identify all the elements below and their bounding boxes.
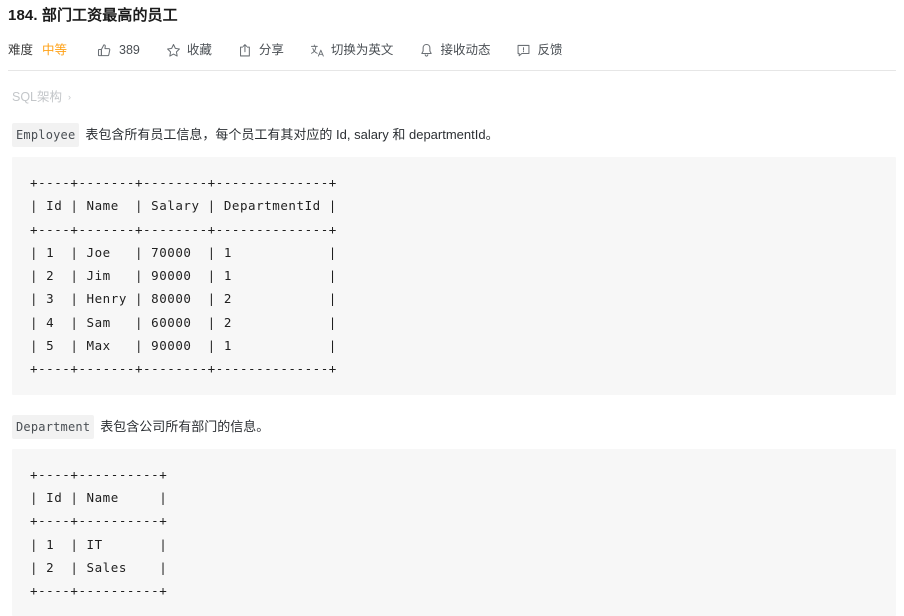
share-label: 分享 (258, 43, 284, 57)
breadcrumb-label: SQL架构 (12, 90, 63, 104)
difficulty-value: 中等 (42, 43, 68, 57)
difficulty-indicator: 难度 中等 (8, 42, 67, 58)
employee-description: Employee 表包含所有员工信息，每个员工有其对应的 Id, salary … (8, 105, 896, 147)
feedback-button[interactable]: 反馈 (516, 42, 562, 58)
like-button[interactable]: 389 (97, 42, 140, 58)
favorite-label: 收藏 (186, 43, 212, 57)
subscribe-label: 接收动态 (440, 43, 491, 57)
share-box-icon (238, 43, 253, 58)
difficulty-label: 难度 (8, 43, 34, 57)
feedback-label: 反馈 (537, 43, 563, 57)
problem-content: SQL架构 › Employee 表包含所有员工信息，每个员工有其对应的 Id,… (0, 71, 904, 616)
department-table-codeblock: +----+----------+ | Id | Name | +----+--… (12, 448, 896, 616)
employee-table-codeblock: +----+-------+--------+--------------+ |… (12, 157, 896, 395)
department-description: Department 表包含公司所有部门的信息。 (8, 414, 896, 439)
thumbs-up-icon (97, 43, 112, 58)
employee-table-name: Employee (12, 123, 80, 147)
subscribe-button[interactable]: 接收动态 (419, 42, 490, 58)
page-title: 184. 部门工资最高的员工 (8, 7, 178, 24)
problem-toolbar: 难度 中等 389 收藏 分享 切换为英文 接收动态 反馈 (0, 27, 904, 63)
breadcrumb[interactable]: SQL架构 › (8, 71, 896, 105)
favorite-button[interactable]: 收藏 (166, 42, 212, 58)
problem-page: 184. 部门工资最高的员工 难度 中等 389 收藏 分享 切换为英文 接收动… (0, 0, 904, 616)
like-count: 389 (119, 43, 140, 57)
chevron-right-icon: › (68, 92, 72, 102)
feedback-bubble-icon (516, 43, 531, 58)
department-table-name: Department (12, 414, 95, 439)
department-description-text: 表包含公司所有部门的信息。 (100, 418, 270, 434)
employee-description-text: 表包含所有员工信息，每个员工有其对应的 Id, salary 和 departm… (85, 127, 499, 142)
translate-icon (310, 43, 325, 58)
translate-button[interactable]: 切换为英文 (310, 42, 394, 58)
share-button[interactable]: 分享 (238, 42, 284, 58)
star-icon (166, 43, 181, 58)
translate-label: 切换为英文 (330, 43, 394, 57)
bell-icon (419, 43, 434, 58)
